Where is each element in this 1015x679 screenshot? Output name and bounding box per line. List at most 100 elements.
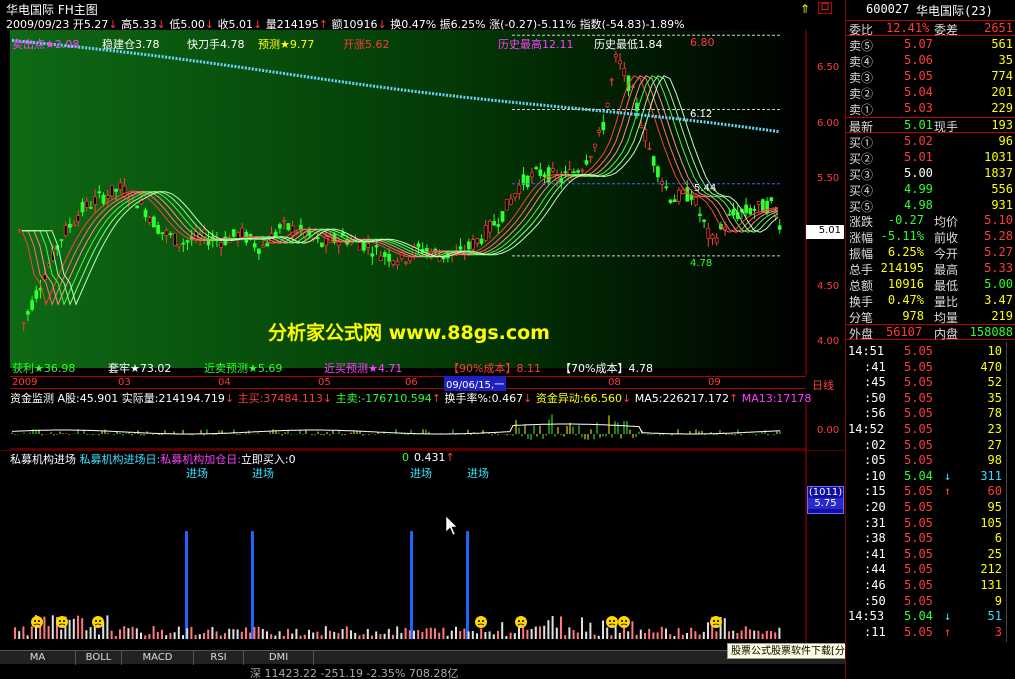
candle-body	[622, 68, 627, 77]
candle-body	[366, 243, 370, 248]
candle-body	[509, 198, 513, 205]
indicator-cost-70: 【70%成本】4.78	[560, 362, 653, 375]
current-price-tag: 5.01	[806, 225, 844, 239]
entry-bar	[251, 531, 254, 639]
tab-dmi[interactable]: DMI	[244, 651, 314, 665]
stat-value: 978	[902, 309, 924, 323]
volume-bar	[736, 633, 739, 639]
volume-bar	[446, 635, 449, 639]
tab-ma[interactable]: MA	[0, 651, 76, 665]
stat-label: 今开	[934, 247, 959, 261]
bottom-ticker: 深 11423.22 -251.19 -2.35% 708.28亿	[250, 667, 459, 679]
buy-level-row[interactable]: 买⑤ 4.98 931	[846, 198, 1015, 214]
sell-level-row[interactable]: 卖③ 5.05 774	[846, 69, 1015, 85]
volume-bar	[774, 632, 777, 639]
volume-bar	[387, 628, 390, 639]
candle-body	[135, 205, 139, 209]
candle-body	[391, 260, 396, 265]
sell-level-row[interactable]: 卖② 5.04 201	[846, 85, 1015, 101]
volume-bar	[404, 627, 407, 639]
volume-bar	[698, 634, 701, 639]
smiley-icon	[606, 616, 618, 628]
volume-bar	[421, 632, 424, 639]
tick-volume: 212	[980, 562, 1002, 577]
entry-bar	[466, 531, 469, 639]
candle-body	[72, 223, 76, 226]
candle-body	[17, 229, 22, 232]
buy-level-price: 4.99	[904, 182, 933, 196]
volume-bar	[190, 627, 193, 639]
price-axis-label: 4.00	[817, 336, 840, 347]
chart-area[interactable]: 华电国际 FH主图 2009/09/23 开5.27↓ 高5.33↓ 低5.00…	[0, 0, 845, 679]
mouse-cursor-icon	[445, 515, 458, 536]
volume-bar	[219, 635, 222, 639]
tick-time: 14:52	[848, 422, 885, 436]
tick-time: :41	[864, 546, 886, 561]
private-chart[interactable]	[0, 450, 845, 650]
buy-level-row[interactable]: 买③ 5.00 1837	[846, 166, 1015, 182]
sell-level-row[interactable]: 卖① 5.03 229	[846, 101, 1015, 117]
window-icon[interactable]: 口	[818, 2, 832, 14]
fund-chart[interactable]	[0, 404, 845, 450]
tick-row: :20 5.05 95	[846, 500, 1015, 516]
tab-rsi[interactable]: RSI	[194, 651, 244, 665]
tick-price: 5.05	[904, 422, 933, 436]
tab-macd[interactable]: MACD	[122, 651, 194, 665]
candle-body	[181, 242, 186, 245]
stat-value: 5.27	[984, 245, 1013, 259]
candle-body	[563, 171, 568, 174]
volume-bar	[366, 628, 369, 639]
tick-time: :50	[864, 390, 886, 405]
candle-body	[756, 201, 761, 205]
volume-bar	[757, 630, 760, 639]
tick-row: :56 5.05 78	[846, 406, 1015, 422]
candle-body	[378, 255, 383, 261]
volume-bar	[656, 632, 659, 639]
volume-bar	[702, 631, 705, 639]
candle-body	[492, 221, 496, 226]
volume-bar	[476, 633, 478, 639]
smiley-icon	[92, 616, 104, 628]
volume-bar	[576, 632, 579, 639]
webi-row: 委比 12.41% 委差 2651	[846, 20, 1015, 37]
arrow-up-icon[interactable]: ⇑	[800, 2, 810, 16]
volume-bar	[68, 619, 71, 639]
stat-row: 涨跌 -0.27 均价 5.10	[846, 213, 1015, 229]
volume-bar	[383, 633, 386, 639]
volume-bar	[194, 635, 197, 639]
buy-level-row[interactable]: 买① 5.02 96	[846, 134, 1015, 150]
outer-value: 56107	[886, 325, 923, 339]
volume-bar	[161, 629, 163, 639]
tick-arrow: ↓	[944, 609, 952, 624]
volume-bar	[106, 615, 109, 639]
buy-level-row[interactable]: 买④ 4.99 556	[846, 182, 1015, 198]
tick-row: :02 5.05 27	[846, 438, 1015, 454]
sell-level-row[interactable]: 卖⑤ 5.07 561	[846, 37, 1015, 53]
volume-bar	[253, 627, 256, 639]
tick-time: 14:53	[848, 609, 885, 624]
tick-price: 5.04	[904, 468, 933, 483]
smiley-icon	[31, 616, 43, 628]
tick-scrollbar[interactable]	[1006, 342, 1015, 642]
stock-header: 600027 华电国际(23)	[846, 2, 1015, 18]
buy-level-volume: 556	[991, 182, 1013, 196]
tab-boll[interactable]: BOLL	[76, 651, 122, 665]
candle-body	[672, 199, 677, 203]
period-label[interactable]: 日线	[812, 377, 834, 393]
stat-label: 总手	[849, 263, 874, 277]
volume-bar	[450, 630, 453, 639]
candle-body	[504, 198, 509, 211]
buy-level-row[interactable]: 买② 5.01 1031	[846, 150, 1015, 166]
candle-body	[80, 201, 85, 213]
tick-time: :44	[864, 562, 886, 577]
volume-bar	[43, 616, 46, 639]
candle-body	[601, 121, 606, 131]
buy-level-volume: 931	[991, 198, 1013, 212]
date-axis-label: 03	[118, 377, 131, 388]
volume-bar	[257, 626, 260, 639]
candle-body	[517, 184, 522, 194]
buy-level-volume: 96	[998, 134, 1013, 148]
candle-body	[383, 252, 387, 257]
stat-row: 涨幅 -5.11% 前收 5.28	[846, 229, 1015, 245]
sell-level-row[interactable]: 卖④ 5.06 35	[846, 53, 1015, 69]
